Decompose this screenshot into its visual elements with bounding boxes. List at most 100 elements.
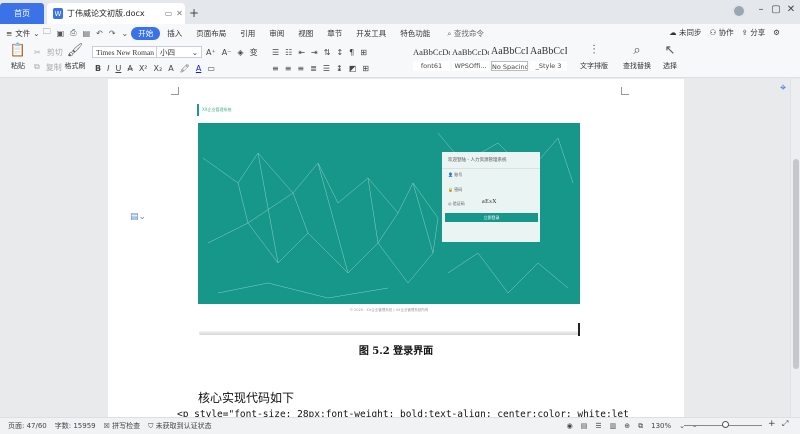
- location-pin-icon[interactable]: ⌖: [780, 81, 786, 95]
- shrink-font-icon[interactable]: A⁻: [222, 48, 232, 57]
- home-tab[interactable]: 首页: [0, 3, 44, 24]
- bullet-list-icon[interactable]: ☰: [272, 48, 279, 57]
- outline-view-icon[interactable]: ☰: [595, 422, 601, 430]
- select-label: 选择: [663, 62, 677, 70]
- eye-icon[interactable]: ◉: [567, 422, 573, 430]
- zoom-out-icon[interactable]: –: [693, 422, 697, 430]
- reading-view-icon[interactable]: ▥: [610, 422, 617, 430]
- align-right-icon[interactable]: ≡: [297, 64, 304, 73]
- text-effect-icon[interactable]: A: [168, 64, 173, 73]
- table-border-icon[interactable]: ⊞: [362, 64, 369, 73]
- preview-icon[interactable]: ▤: [83, 29, 91, 38]
- minimize-icon[interactable]: –: [753, 4, 769, 15]
- grow-font-icon[interactable]: A⁺: [206, 48, 216, 57]
- tab-insert[interactable]: 插入: [160, 28, 189, 39]
- increase-indent-icon[interactable]: ⇥: [311, 48, 318, 57]
- border-icon[interactable]: ⊞: [360, 48, 367, 57]
- style-item[interactable]: AaBbCcDd WPSOffi...: [452, 43, 489, 76]
- zoom-in-icon[interactable]: +: [768, 419, 776, 429]
- shading-icon[interactable]: ◩: [349, 64, 357, 73]
- highlight-icon[interactable]: 🖍: [180, 64, 190, 73]
- style-item[interactable]: AaBbCcI _Style 3: [530, 43, 567, 76]
- zoom-dropdown-icon[interactable]: ⌄: [679, 422, 685, 430]
- cert-status[interactable]: ⛉ 未获取到认证状态: [148, 421, 211, 431]
- select-button[interactable]: ↖ 选择: [656, 43, 684, 71]
- bold-icon[interactable]: B: [95, 64, 101, 73]
- italic-icon[interactable]: I: [107, 64, 109, 73]
- zoom-slider-knob[interactable]: [722, 421, 729, 428]
- zoom-level[interactable]: 130%: [651, 422, 671, 430]
- subscript-icon[interactable]: X₂: [154, 64, 163, 73]
- fit-page-icon[interactable]: ⤢: [782, 419, 788, 429]
- captcha-field: ◎ 验证码: [448, 201, 465, 206]
- save-icon[interactable]: ▣: [57, 29, 65, 38]
- clear-format-icon[interactable]: ◈: [237, 48, 243, 57]
- scroll-thumb[interactable]: [793, 159, 799, 369]
- document-tab[interactable]: W 丁伟威论文初版.docx ▭ ✕: [47, 3, 185, 24]
- distributed-icon[interactable]: ☰: [323, 64, 330, 73]
- share-button[interactable]: ⇪ 分享: [742, 27, 766, 38]
- word-count[interactable]: 字数: 15959: [55, 421, 96, 431]
- font-size-select[interactable]: 小四 ⌄: [156, 46, 202, 58]
- tab-features[interactable]: 特色功能: [393, 28, 437, 39]
- shield-icon: ⛉: [148, 422, 156, 430]
- more-icon[interactable]: ⌄: [122, 29, 129, 38]
- settings-icon[interactable]: ⚙: [773, 28, 780, 37]
- undo-icon[interactable]: ↶: [96, 29, 103, 38]
- align-left-icon[interactable]: ≡: [272, 64, 279, 73]
- phonetic-icon[interactable]: 变: [250, 47, 258, 58]
- spell-check[interactable]: ☒ 拼写检查: [104, 421, 141, 431]
- tab-start[interactable]: 开始: [131, 26, 161, 40]
- text-direction-icon[interactable]: ⇅: [324, 48, 331, 57]
- collaborate-button[interactable]: ⚇ 协作: [709, 27, 733, 38]
- read-mode-icon[interactable]: ⧉: [638, 422, 643, 431]
- strikethrough-icon[interactable]: A̶: [127, 64, 132, 73]
- page-indicator[interactable]: 页面: 47/60: [8, 421, 47, 431]
- style-item[interactable]: AaBbCcDd font61: [413, 43, 450, 76]
- justify-icon[interactable]: ≣: [310, 64, 317, 73]
- tab-view[interactable]: 视图: [291, 28, 320, 39]
- file-menu[interactable]: ≡ 文件 ⌄: [0, 28, 40, 39]
- print-icon[interactable]: ⎙: [70, 28, 76, 38]
- ribbon: ≡ 文件 ⌄ 🗀 ▣ ⎙ ▤ ↶ ↷ ⌄ 开始 插入 页面布局 引用 审阅 视图…: [0, 24, 800, 78]
- sync-label: 未同步: [678, 28, 702, 37]
- command-search[interactable]: ⌕ 查找命令: [447, 28, 484, 39]
- open-folder-icon[interactable]: 🗀: [43, 26, 51, 40]
- status-bar: 页面: 47/60 字数: 15959 ☒ 拼写检查 ⛉ 未获取到认证状态 ◉ …: [0, 417, 800, 434]
- copy-button[interactable]: ⧉ 复制: [34, 60, 62, 74]
- sync-button[interactable]: ☁ 未同步: [669, 27, 701, 38]
- font-color-icon[interactable]: A: [196, 64, 201, 73]
- tab-developer[interactable]: 开发工具: [349, 28, 393, 39]
- style-item[interactable]: AaBbCcI No Spacing: [491, 43, 528, 76]
- line-spacing-icon[interactable]: ↨: [336, 64, 343, 73]
- show-marks-icon[interactable]: ¶: [349, 48, 354, 57]
- sort-icon[interactable]: ↕: [336, 48, 343, 57]
- maximize-icon[interactable]: ▢: [768, 4, 784, 15]
- char-border-icon[interactable]: ▭: [207, 64, 215, 73]
- vertical-scrollbar[interactable]: [790, 79, 800, 417]
- tab-page-layout[interactable]: 页面布局: [189, 28, 233, 39]
- web-view-icon[interactable]: ⊕: [624, 422, 630, 430]
- close-window-icon[interactable]: ✕: [783, 4, 799, 15]
- cut-button[interactable]: ✂ 剪切: [34, 45, 63, 59]
- redo-icon[interactable]: ↷: [109, 29, 116, 38]
- text-layout-button[interactable]: ⫶ 文字排版: [576, 43, 612, 71]
- format-painter-button[interactable]: 🖌 格式刷: [60, 43, 90, 71]
- align-center-icon[interactable]: ≡: [285, 64, 292, 73]
- underline-icon[interactable]: U: [115, 64, 121, 73]
- decrease-indent-icon[interactable]: ⇤: [298, 48, 305, 57]
- close-tab-icon[interactable]: ✕: [174, 9, 185, 18]
- tab-chapter[interactable]: 章节: [320, 28, 349, 39]
- login-screenshot-image[interactable]: 欢迎登陆 - 人力资源管理系统 👤 账号 🔒 密码 ◎ 验证码 aEsX 立即登…: [198, 123, 580, 304]
- superscript-icon[interactable]: X²: [139, 64, 148, 73]
- page-view-icon[interactable]: ▤: [581, 422, 588, 430]
- screen-icon[interactable]: ▭: [163, 9, 174, 18]
- find-replace-button[interactable]: ⌕ 查找替换: [619, 43, 655, 71]
- paste-button[interactable]: 📋 粘贴: [4, 43, 32, 71]
- paragraph-menu-icon[interactable]: ▤⌄: [130, 212, 146, 222]
- avatar[interactable]: [732, 4, 746, 18]
- tab-review[interactable]: 审阅: [262, 28, 291, 39]
- new-tab-button[interactable]: +: [189, 6, 199, 20]
- tab-references[interactable]: 引用: [233, 28, 262, 39]
- numbered-list-icon[interactable]: ☷: [285, 48, 292, 57]
